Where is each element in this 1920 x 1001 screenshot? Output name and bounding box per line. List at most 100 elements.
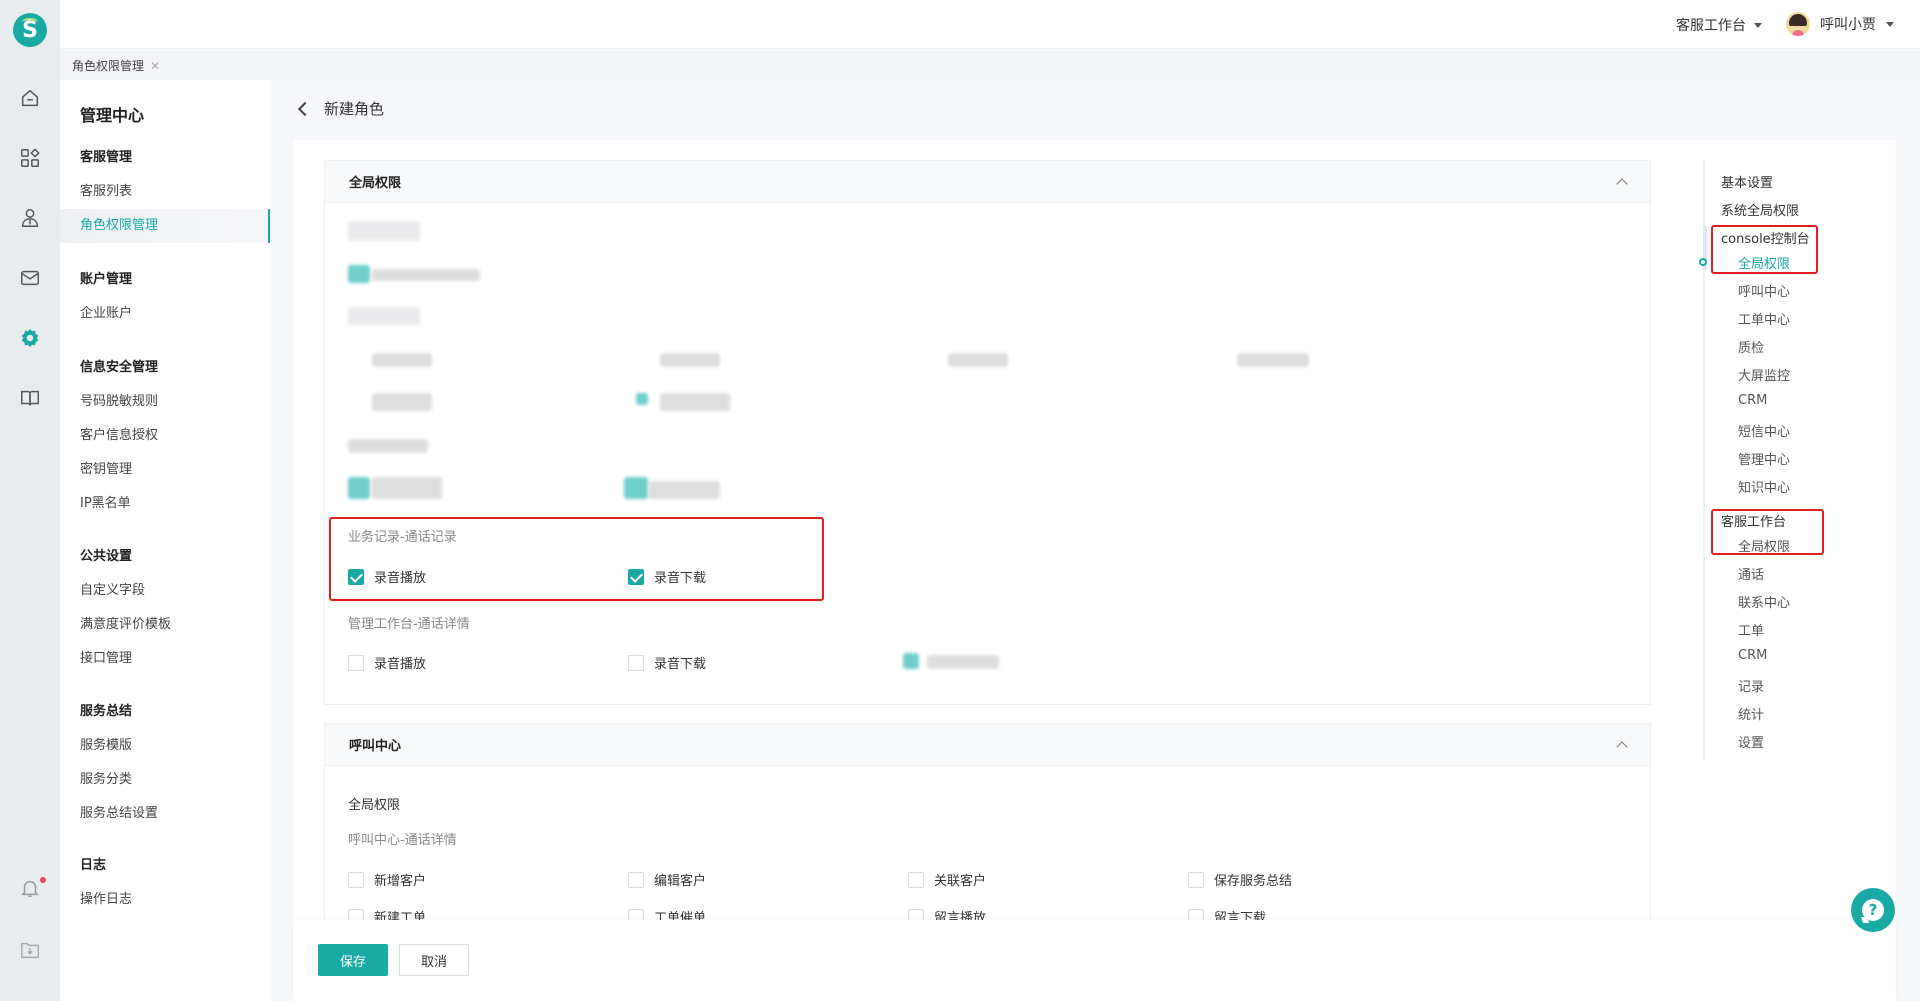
anchor-item[interactable]: 工单	[1738, 620, 1764, 639]
sidebar-item-number-masking[interactable]: 号码脱敏规则	[60, 385, 270, 419]
section-header[interactable]: 全局权限	[325, 161, 1650, 203]
anchor-item-active[interactable]: 全局权限	[1738, 253, 1790, 272]
anchor-item[interactable]: 大屏监控	[1738, 365, 1790, 384]
redacted-text	[648, 481, 720, 499]
anchor-item[interactable]: 管理中心	[1738, 449, 1790, 468]
workspace-switcher[interactable]: 客服工作台	[1676, 15, 1762, 35]
anchor-item[interactable]: 基本设置	[1721, 172, 1773, 191]
checkbox-unchecked[interactable]	[628, 654, 644, 671]
checkbox-record-download[interactable]: 录音下载	[628, 567, 706, 586]
checkbox-save-service-summary[interactable]: 保存服务总结	[1188, 870, 1292, 889]
checkbox-unchecked[interactable]	[348, 654, 364, 671]
checkbox-checked[interactable]	[348, 568, 364, 585]
anchor-item[interactable]: 呼叫中心	[1738, 281, 1790, 300]
sidebar-heading: 客服管理	[80, 150, 133, 165]
checkbox-unchecked[interactable]	[908, 908, 924, 920]
checkbox-unchecked[interactable]	[908, 871, 924, 888]
mail-icon[interactable]	[18, 266, 42, 290]
sidebar-group: 日志 操作日志	[60, 849, 270, 917]
user-icon[interactable]	[18, 206, 42, 230]
checkbox-voicemail-playback[interactable]: 留言播放	[908, 907, 986, 920]
checkbox-unchecked[interactable]	[348, 871, 364, 888]
checkbox-unchecked[interactable]	[628, 908, 644, 920]
checkbox-unchecked[interactable]	[1188, 871, 1204, 888]
checkbox-unchecked[interactable]	[348, 908, 364, 920]
sidebar-item-satisfaction-template[interactable]: 满意度评价模板	[60, 608, 270, 642]
anchor-item[interactable]: 质检	[1738, 337, 1764, 356]
section-title: 全局权限	[349, 176, 402, 191]
checkbox-checked[interactable]	[628, 568, 644, 585]
checkbox-edit-customer[interactable]: 编辑客户	[628, 870, 706, 889]
checkbox-record-playback[interactable]: 录音播放	[348, 567, 426, 586]
redacted-label	[348, 307, 420, 325]
sidebar: 管理中心 客服管理 客服列表 角色权限管理 账户管理 企业账户 信息安全管理 号…	[60, 80, 270, 1001]
sidebar-item-enterprise-account[interactable]: 企业账户	[60, 297, 270, 331]
anchor-item[interactable]: 通话	[1738, 564, 1764, 583]
anchor-item[interactable]: 统计	[1738, 704, 1764, 723]
download-folder-icon[interactable]	[18, 938, 42, 962]
sidebar-group: 服务总结 服务模版 服务分类 服务总结设置	[60, 695, 270, 831]
sidebar-item-ip-blacklist[interactable]: IP黑名单	[60, 487, 270, 521]
checkbox-ticket-reminder[interactable]: 工单催单	[628, 907, 706, 920]
anchor-item[interactable]: 全局权限	[1738, 536, 1790, 555]
checkbox-unchecked[interactable]	[628, 871, 644, 888]
tab-role-permission[interactable]: 角色权限管理 ✕	[72, 57, 160, 74]
section-global-permissions: 全局权限 业务记录-通话记录 录音播放 录音下载 管理工作台-通话详情 录音播放…	[324, 160, 1651, 705]
sidebar-item-custom-fields[interactable]: 自定义字段	[60, 574, 270, 608]
sidebar-item-service-template[interactable]: 服务模版	[60, 729, 270, 763]
app-logo[interactable]: S	[13, 13, 47, 47]
sidebar-item-agent-list[interactable]: 客服列表	[60, 175, 270, 209]
anchor-item[interactable]: 记录	[1738, 676, 1764, 695]
anchor-item[interactable]: 设置	[1738, 732, 1764, 751]
cancel-button[interactable]: 取消	[399, 944, 469, 976]
home-icon[interactable]	[18, 86, 42, 110]
close-icon[interactable]: ✕	[150, 59, 160, 73]
checkbox-unchecked[interactable]	[1188, 908, 1204, 920]
bell-icon[interactable]	[18, 876, 42, 900]
sidebar-item-service-summary-settings[interactable]: 服务总结设置	[60, 797, 270, 831]
checkbox-label: 保存服务总结	[1214, 874, 1293, 889]
apps-icon[interactable]	[18, 146, 42, 170]
checkbox-label: 留言播放	[934, 911, 987, 920]
chevron-up-icon[interactable]	[1616, 741, 1628, 753]
anchor-item[interactable]: console控制台	[1721, 228, 1810, 247]
checkbox-admin-record-download[interactable]: 录音下载	[628, 653, 706, 672]
book-icon[interactable]	[18, 386, 42, 410]
anchor-item[interactable]: 客服工作台	[1721, 511, 1786, 530]
sidebar-item-operation-log[interactable]: 操作日志	[60, 883, 270, 917]
anchor-item[interactable]: CRM	[1738, 393, 1767, 408]
anchor-item[interactable]: 工单中心	[1738, 309, 1790, 328]
anchor-item[interactable]: 知识中心	[1738, 477, 1790, 496]
anchor-item[interactable]: 联系中心	[1738, 592, 1790, 611]
help-button[interactable]: ?	[1851, 888, 1895, 932]
checkbox-add-customer[interactable]: 新增客户	[348, 870, 426, 889]
anchor-item[interactable]: 系统全局权限	[1721, 200, 1799, 219]
redacted-label	[348, 439, 428, 453]
sidebar-item-service-category[interactable]: 服务分类	[60, 763, 270, 797]
checkbox-label: 关联客户	[934, 874, 987, 889]
sidebar-item-role-permission[interactable]: 角色权限管理	[60, 209, 270, 243]
checkbox-label: 录音播放	[374, 571, 427, 586]
subsection-title: 全局权限	[348, 798, 401, 813]
section-header[interactable]: 呼叫中心	[325, 724, 1650, 766]
checkbox-admin-record-playback[interactable]: 录音播放	[348, 653, 426, 672]
redacted-label	[348, 221, 420, 241]
redacted-checkbox	[636, 393, 648, 405]
redacted-text	[372, 477, 442, 499]
sidebar-item-api-management[interactable]: 接口管理	[60, 642, 270, 676]
save-button[interactable]: 保存	[318, 944, 388, 976]
page-header: 新建角色	[296, 98, 384, 119]
redacted-text	[372, 353, 432, 367]
sidebar-item-customer-auth[interactable]: 客户信息授权	[60, 419, 270, 453]
chevron-up-icon[interactable]	[1616, 178, 1628, 190]
anchor-item[interactable]: 短信中心	[1738, 421, 1790, 440]
user-menu[interactable]: 呼叫小贾	[1786, 12, 1894, 36]
sidebar-item-key-management[interactable]: 密钥管理	[60, 453, 270, 487]
checkbox-voicemail-download[interactable]: 留言下载	[1188, 907, 1266, 920]
checkbox-link-customer[interactable]: 关联客户	[908, 870, 986, 889]
sidebar-heading: 服务总结	[80, 704, 133, 719]
back-chevron-icon[interactable]	[297, 101, 313, 116]
anchor-item[interactable]: CRM	[1738, 648, 1767, 663]
checkbox-new-ticket[interactable]: 新建工单	[348, 907, 426, 920]
settings-icon[interactable]	[18, 326, 42, 350]
